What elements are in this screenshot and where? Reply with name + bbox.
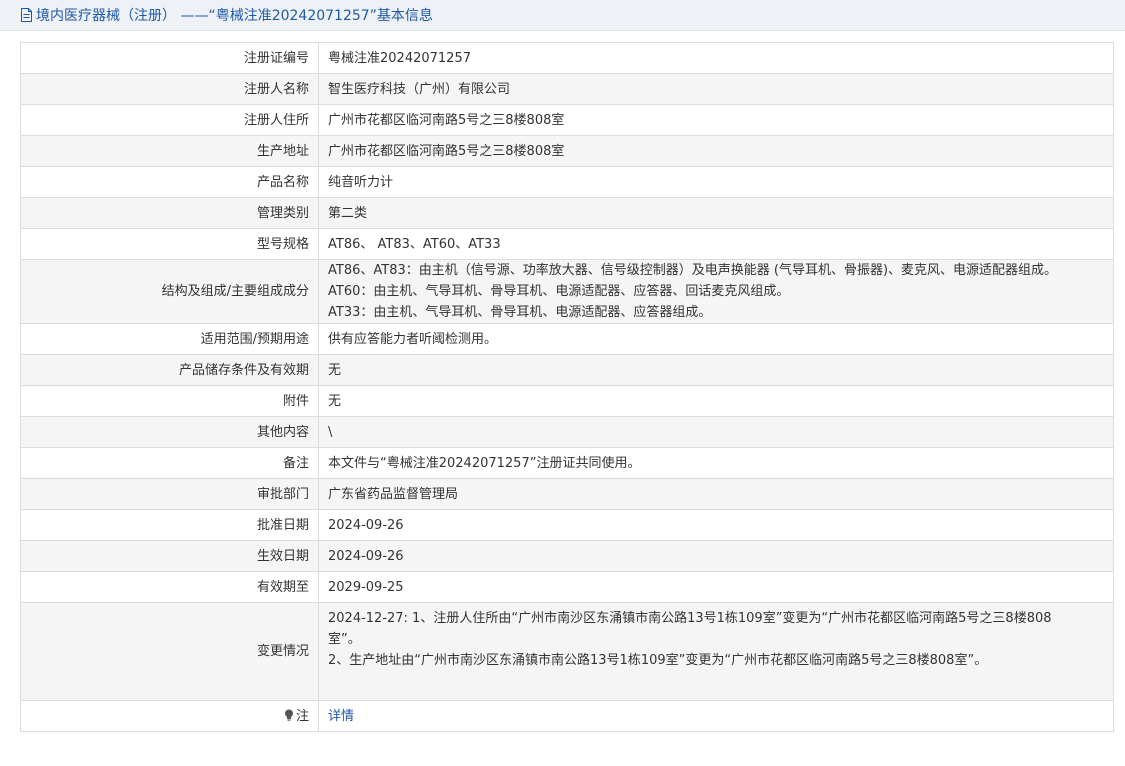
row-label: 附件 bbox=[20, 385, 319, 417]
row-value: 智生医疗科技（广州）有限公司 bbox=[318, 73, 1114, 105]
row-label: 变更情况 bbox=[20, 602, 319, 701]
row-label: 备注 bbox=[20, 447, 319, 479]
row-label: 有效期至 bbox=[20, 571, 319, 603]
table-row: 其他内容 \ bbox=[20, 416, 1114, 448]
row-value: 广州市花都区临河南路5号之三8楼808室 bbox=[318, 135, 1114, 167]
row-value: AT86、AT83：由主机（信号源、功率放大器、信号级控制器）及电声换能器 (气… bbox=[318, 259, 1114, 324]
value-line: AT86、AT83：由主机（信号源、功率放大器、信号级控制器）及电声换能器 (气… bbox=[328, 263, 1058, 278]
table-row: 产品储存条件及有效期 无 bbox=[20, 354, 1114, 386]
row-value: AT86、 AT83、AT60、AT33 bbox=[318, 228, 1114, 260]
row-value: 第二类 bbox=[318, 197, 1114, 229]
table-row: 批准日期 2024-09-26 bbox=[20, 509, 1114, 541]
row-label: 注册人住所 bbox=[20, 104, 319, 136]
table-row: 备注 本文件与“粤械注准20242071257”注册证共同使用。 bbox=[20, 447, 1114, 479]
table-row: 型号规格 AT86、 AT83、AT60、AT33 bbox=[20, 228, 1114, 260]
row-label: 生效日期 bbox=[20, 540, 319, 572]
row-label: 其他内容 bbox=[20, 416, 319, 448]
row-value: 2024-09-26 bbox=[318, 540, 1114, 572]
table-row: 结构及组成/主要组成成分 AT86、AT83：由主机（信号源、功率放大器、信号级… bbox=[20, 259, 1114, 324]
row-label: 注册证编号 bbox=[20, 42, 319, 74]
row-label: 产品储存条件及有效期 bbox=[20, 354, 319, 386]
row-value: 2029-09-25 bbox=[318, 571, 1114, 603]
table-row: 适用范围/预期用途 供有应答能力者听阈检测用。 bbox=[20, 323, 1114, 355]
table-row: 注册人名称 智生医疗科技（广州）有限公司 bbox=[20, 73, 1114, 105]
row-value: 无 bbox=[318, 354, 1114, 386]
page-title: 境内医疗器械（注册） ——“粤械注准20242071257”基本信息 bbox=[36, 8, 433, 24]
row-label: 注册人名称 bbox=[20, 73, 319, 105]
value-line: AT33：由主机、气导耳机、骨导耳机、电源适配器、应答器组成。 bbox=[328, 305, 712, 320]
row-label: 型号规格 bbox=[20, 228, 319, 260]
row-label: 批准日期 bbox=[20, 509, 319, 541]
table-row: 生效日期 2024-09-26 bbox=[20, 540, 1114, 572]
row-label: 审批部门 bbox=[20, 478, 319, 510]
note-label-cell: 注 bbox=[20, 700, 319, 732]
row-label: 生产地址 bbox=[20, 135, 319, 167]
lightbulb-icon bbox=[284, 707, 294, 721]
table-row: 注册人住所 广州市花都区临河南路5号之三8楼808室 bbox=[20, 104, 1114, 136]
table-row: 变更情况 2024-12-27: 1、注册人住所由“广州市南沙区东涌镇市南公路1… bbox=[20, 602, 1114, 701]
value-line: 2024-12-27: 1、注册人住所由“广州市南沙区东涌镇市南公路13号1栋1… bbox=[328, 611, 1052, 626]
row-value: \ bbox=[318, 416, 1114, 448]
row-value: 无 bbox=[318, 385, 1114, 417]
row-value: 2024-12-27: 1、注册人住所由“广州市南沙区东涌镇市南公路13号1栋1… bbox=[318, 602, 1114, 701]
value-line: 2、生产地址由“广州市南沙区东涌镇市南公路13号1栋109室”变更为“广州市花都… bbox=[328, 653, 988, 668]
table-row: 附件 无 bbox=[20, 385, 1114, 417]
page-title-bar: 境内医疗器械（注册） ——“粤械注准20242071257”基本信息 bbox=[0, 0, 1125, 31]
info-table-wrapper: 注册证编号 粤械注准20242071257 注册人名称 智生医疗科技（广州）有限… bbox=[20, 42, 1114, 732]
note-label: 注 bbox=[295, 708, 309, 724]
row-label: 产品名称 bbox=[20, 166, 319, 198]
document-icon bbox=[20, 8, 33, 22]
row-value: 粤械注准20242071257 bbox=[318, 42, 1114, 74]
row-value: 广东省药品监督管理局 bbox=[318, 478, 1114, 510]
row-value: 供有应答能力者听阈检测用。 bbox=[318, 323, 1114, 355]
table-row: 审批部门 广东省药品监督管理局 bbox=[20, 478, 1114, 510]
info-table: 注册证编号 粤械注准20242071257 注册人名称 智生医疗科技（广州）有限… bbox=[20, 42, 1114, 732]
table-row: 生产地址 广州市花都区临河南路5号之三8楼808室 bbox=[20, 135, 1114, 167]
row-value: 纯音听力计 bbox=[318, 166, 1114, 198]
table-row: 管理类别 第二类 bbox=[20, 197, 1114, 229]
table-row-note: 注 详情 bbox=[20, 700, 1114, 732]
details-link[interactable]: 详情 bbox=[328, 709, 354, 724]
row-label: 管理类别 bbox=[20, 197, 319, 229]
note-value-cell: 详情 bbox=[318, 700, 1114, 732]
table-row: 注册证编号 粤械注准20242071257 bbox=[20, 42, 1114, 74]
row-value: 广州市花都区临河南路5号之三8楼808室 bbox=[318, 104, 1114, 136]
row-value: 本文件与“粤械注准20242071257”注册证共同使用。 bbox=[318, 447, 1114, 479]
table-row: 产品名称 纯音听力计 bbox=[20, 166, 1114, 198]
row-label: 结构及组成/主要组成成分 bbox=[20, 259, 319, 324]
value-line: 室”。 bbox=[328, 632, 361, 647]
value-line: AT60：由主机、气导耳机、骨导耳机、电源适配器、应答器、回话麦克风组成。 bbox=[328, 284, 790, 299]
table-row: 有效期至 2029-09-25 bbox=[20, 571, 1114, 603]
row-label: 适用范围/预期用途 bbox=[20, 323, 319, 355]
row-value: 2024-09-26 bbox=[318, 509, 1114, 541]
